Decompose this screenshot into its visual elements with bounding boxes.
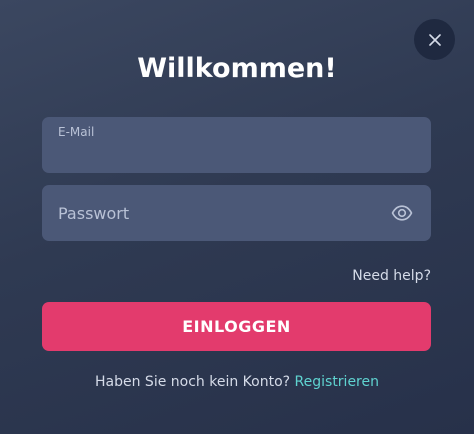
login-modal: Willkommen! E-Mail Need help? EINLOGGEN … <box>0 0 474 434</box>
signup-row: Haben Sie noch kein Konto? Registrieren <box>0 373 474 391</box>
close-icon <box>428 33 441 46</box>
need-help-link[interactable]: Need help? <box>352 267 431 285</box>
register-link[interactable]: Registrieren <box>295 374 379 390</box>
login-button[interactable]: EINLOGGEN <box>42 302 431 351</box>
email-field-container: E-Mail <box>42 117 431 173</box>
password-field-container <box>42 185 431 241</box>
password-input[interactable] <box>42 185 431 241</box>
signup-prompt: Haben Sie noch kein Konto? <box>95 374 295 390</box>
show-password-toggle[interactable] <box>391 203 413 223</box>
email-input[interactable] <box>42 117 431 173</box>
eye-icon <box>391 205 413 221</box>
modal-title: Willkommen! <box>137 53 337 84</box>
